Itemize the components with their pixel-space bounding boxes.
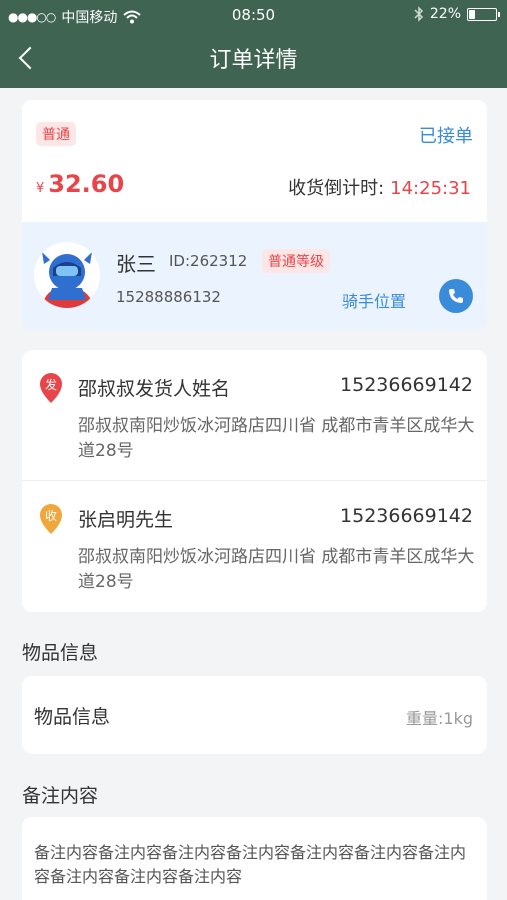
remark-card: 备注内容备注内容备注内容备注内容备注内容备注内容备注内容备注内容备注内容备注内容 bbox=[22, 817, 487, 900]
sender-address: 邵叔叔南阳炒饭冰河路店四川省 成都市青羊区成华大道28号 bbox=[78, 416, 475, 461]
rider-avatar bbox=[34, 242, 100, 308]
status-bar: ●●●○○ 中国移动 08:50 22% bbox=[0, 0, 507, 30]
remark-text: 备注内容备注内容备注内容备注内容备注内容备注内容备注内容备注内容备注内容备注内容 bbox=[34, 843, 467, 886]
address-card: 发 邵叔叔发货人姓名 15236669142 邵叔叔南阳炒饭冰河路店四川省 成都… bbox=[22, 350, 487, 612]
sender-pin-icon: 发 bbox=[40, 373, 62, 403]
sender-phone[interactable]: 15236669142 bbox=[340, 374, 473, 396]
rider-id: ID:262312 bbox=[169, 252, 248, 270]
countdown: 收货倒计时: 14:25:31 bbox=[288, 174, 471, 200]
rider-location-link[interactable]: 骑手位置 bbox=[342, 288, 406, 312]
rider-phone: 15288886132 bbox=[116, 288, 221, 306]
goods-card: 物品信息 重量:1kg bbox=[22, 676, 487, 754]
receiver-badge: 收 bbox=[45, 509, 57, 523]
app-header: ●●●○○ 中国移动 08:50 22% 订单详情 bbox=[0, 0, 507, 88]
receiver-phone[interactable]: 15236669142 bbox=[340, 505, 473, 527]
order-status: 已接单 bbox=[419, 126, 473, 147]
rider-panel: 张三 ID:262312 普通等级 15288886132 骑手位置 bbox=[22, 222, 487, 330]
rider-level-badge: 普通等级 bbox=[262, 249, 330, 273]
sender-name: 邵叔叔发货人姓名 bbox=[78, 378, 231, 400]
rider-avatar-icon bbox=[34, 242, 100, 308]
price-value: 32.60 bbox=[48, 170, 125, 198]
currency-symbol: ¥ bbox=[36, 181, 45, 196]
page-title: 订单详情 bbox=[209, 48, 298, 73]
order-summary: 普通 已接单 ¥32.60 收货倒计时: 14:25:31 bbox=[22, 100, 487, 222]
receiver-block: 收 张启明先生 15236669142 邵叔叔南阳炒饭冰河路店四川省 成都市青羊… bbox=[22, 480, 487, 610]
goods-weight: 重量:1kg bbox=[406, 709, 473, 728]
battery-icon bbox=[467, 7, 500, 21]
goods-section-title: 物品信息 bbox=[22, 642, 99, 664]
battery-percent: 22% bbox=[429, 6, 461, 22]
phone-icon bbox=[449, 289, 463, 303]
order-card: 普通 已接单 ¥32.60 收货倒计时: 14:25:31 张三 ID:26231… bbox=[22, 100, 487, 330]
countdown-label: 收货倒计时: bbox=[288, 178, 385, 199]
receiver-name: 张启明先生 bbox=[78, 509, 174, 531]
title-bar: 订单详情 bbox=[0, 30, 507, 88]
countdown-value: 14:25:31 bbox=[390, 178, 471, 199]
bluetooth-icon bbox=[414, 6, 423, 22]
receiver-pin-icon: 收 bbox=[40, 504, 62, 534]
goods-label: 物品信息 bbox=[34, 706, 111, 728]
sender-badge: 发 bbox=[45, 377, 57, 392]
remark-section-title: 备注内容 bbox=[22, 785, 99, 807]
sender-block: 发 邵叔叔发货人姓名 15236669142 邵叔叔南阳炒饭冰河路店四川省 成都… bbox=[22, 350, 487, 480]
call-rider-button[interactable] bbox=[439, 279, 473, 313]
status-right: 22% bbox=[414, 6, 500, 22]
order-type-badge: 普通 bbox=[36, 122, 76, 146]
rider-name: 张三 bbox=[116, 252, 156, 276]
receiver-address: 邵叔叔南阳炒饭冰河路店四川省 成都市青羊区成华大道28号 bbox=[78, 547, 475, 592]
order-price: ¥32.60 bbox=[36, 170, 124, 198]
